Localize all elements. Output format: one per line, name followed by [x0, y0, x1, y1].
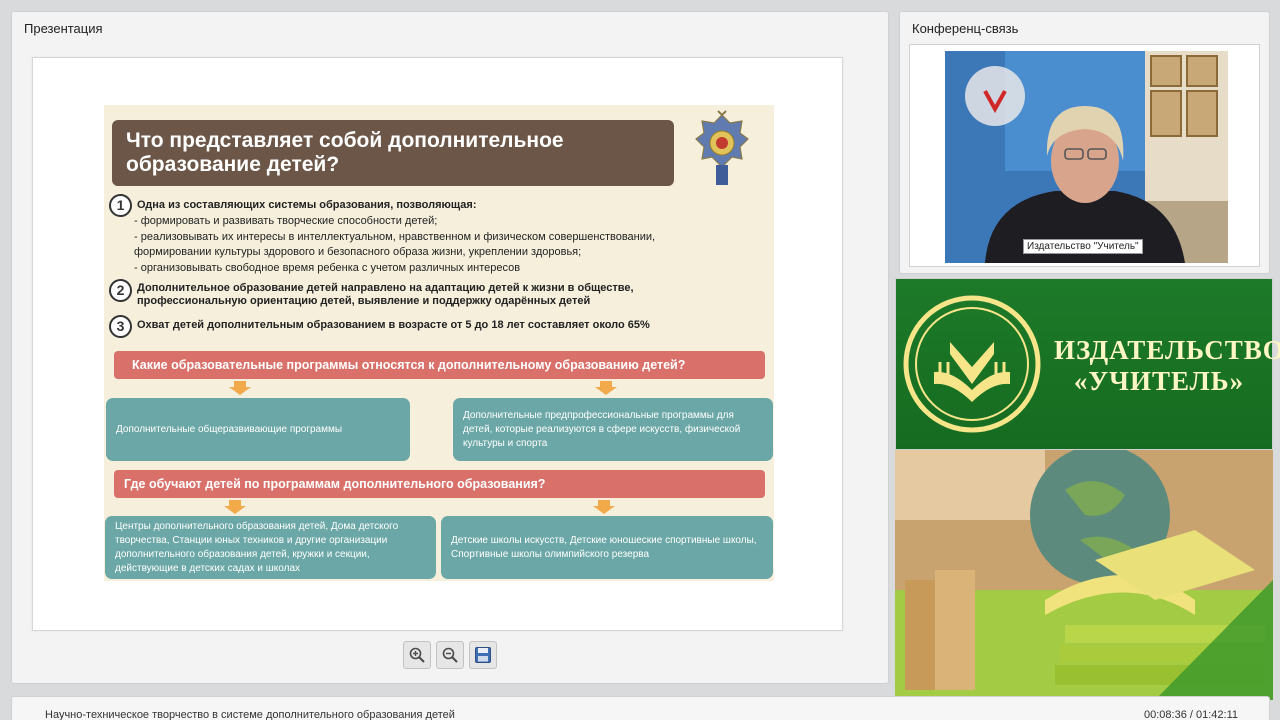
arrow-down-icon	[595, 381, 617, 395]
save-button[interactable]	[469, 641, 497, 669]
arrow-down-icon	[229, 381, 251, 395]
item-3-text: Охват детей дополнительным образованием …	[137, 319, 650, 331]
item-1-bullet-3: - организовывать свободное время ребенка…	[134, 262, 521, 274]
item-number-3: 3	[109, 315, 132, 338]
zoom-in-button[interactable]	[403, 641, 431, 669]
publisher-title-line-2: «УЧИТЕЛЬ»	[1073, 366, 1245, 396]
item-number-2: 2	[109, 279, 132, 302]
item-2-text: Дополнительное образование детей направл…	[137, 282, 634, 307]
slide-viewer[interactable]: Что представляет собой дополнительное об…	[32, 57, 843, 631]
conference-panel-title: Конференц-связь	[912, 21, 1019, 36]
q2-answer-2: Детские школы искусств, Детские юношески…	[441, 516, 773, 579]
question-2-bar: Где обучают детей по программам дополнит…	[114, 470, 765, 498]
coat-of-arms-icon	[695, 110, 749, 185]
conference-panel: Конференц-связь Издательство "Учитель"	[899, 11, 1270, 274]
save-icon	[475, 647, 491, 663]
presentation-panel-title: Презентация	[24, 21, 103, 36]
playback-time: 00:08:36 / 01:42:11	[1144, 709, 1238, 720]
publisher-title-line-1: ИЗДАТЕЛЬСТВО	[1054, 335, 1280, 365]
books-illustration	[895, 450, 1273, 700]
item-1-bullet-2: - реализовывать их интересы в интеллекту…	[134, 231, 656, 258]
publisher-banner: ИЗДАТЕЛЬСТВО «УЧИТЕЛЬ»	[895, 278, 1280, 450]
presentation-panel: Презентация Что представляет собой допол…	[11, 11, 889, 684]
arrow-down-icon	[593, 500, 615, 514]
slide-title: Что представляет собой дополнительное об…	[112, 120, 674, 186]
participant-name-label: Издательство "Учитель"	[1023, 239, 1143, 254]
q1-answer-1: Дополнительные общеразвивающие программы	[106, 398, 410, 461]
q2-answer-1: Центры дополнительного образования детей…	[105, 516, 436, 579]
zoom-out-icon	[442, 647, 458, 663]
item-number-1: 1	[109, 194, 132, 217]
webcam-video[interactable]: Издательство "Учитель"	[945, 51, 1228, 263]
video-scene	[945, 51, 1228, 263]
zoom-out-button[interactable]	[436, 641, 464, 669]
zoom-in-icon	[409, 647, 425, 663]
item-1-bullet-1: - формировать и развивать творческие спо…	[134, 215, 438, 227]
publisher-logo-icon	[903, 295, 1041, 433]
item-1-heading: Одна из составляющих системы образования…	[137, 199, 477, 211]
q1-answer-2: Дополнительные предпрофессиональные прог…	[453, 398, 773, 461]
video-frame: Издательство "Учитель"	[909, 44, 1260, 267]
slide: Что представляет собой дополнительное об…	[104, 105, 774, 581]
books-globe-image	[895, 450, 1273, 700]
footer-bar: Научно-техническое творчество в системе …	[11, 696, 1270, 720]
publisher-title: ИЗДАТЕЛЬСТВО «УЧИТЕЛЬ»	[1054, 335, 1280, 397]
arrow-down-icon	[224, 500, 246, 514]
question-1-bar: Какие образовательные программы относятс…	[114, 351, 765, 379]
webinar-title: Научно-техническое творчество в системе …	[45, 709, 455, 720]
